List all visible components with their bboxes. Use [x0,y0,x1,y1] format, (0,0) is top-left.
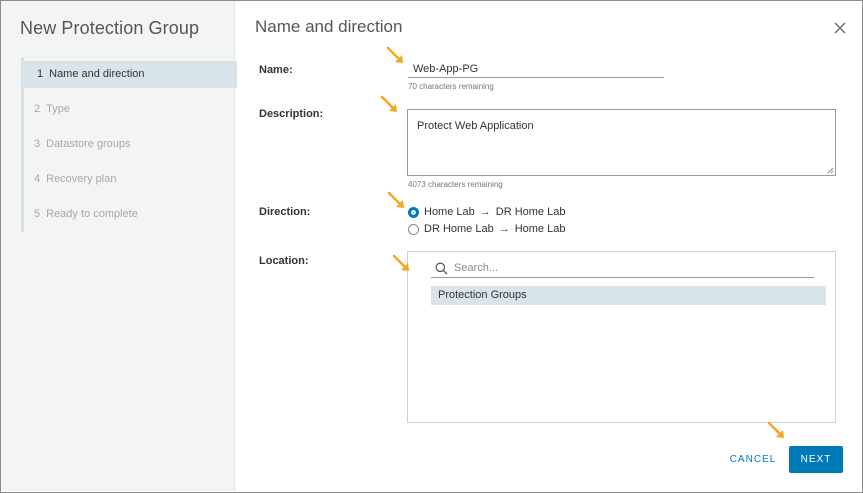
direction-option-home-to-dr[interactable]: Home Lab → DR Home Lab [408,205,565,219]
wizard-sidebar: New Protection Group 1 Name and direction… [1,1,237,491]
search-icon [435,262,448,274]
direction-to: DR Home Lab [495,206,566,218]
page-title: Name and direction [255,17,403,36]
step-recovery-plan: 4 Recovery plan [24,162,237,197]
location-search [431,259,814,278]
step-number: 5 [34,208,41,220]
location-search-input[interactable] [454,262,794,274]
radio-unchecked-icon[interactable] [408,223,419,235]
description-label: Description: [259,108,324,120]
step-label: Ready to complete [46,208,138,220]
step-number: 3 [34,138,41,150]
radio-checked-icon[interactable] [408,206,419,218]
resize-grip-icon[interactable] [827,167,834,174]
step-label: Recovery plan [46,173,117,185]
step-label: Type [46,103,70,115]
name-input[interactable] [408,60,664,78]
direction-label: Direction: [259,206,311,218]
wizard-steps: 1 Name and direction 2 Type 3 Datastore gro… [21,57,237,232]
step-number: 4 [34,173,41,185]
step-number: 2 [34,103,41,115]
direction-from: Home Lab [424,206,475,218]
name-hint: 70 characters remaining [408,82,494,91]
description-textarea[interactable]: Protect Web Application [407,109,836,176]
direction-arrow: → [479,206,491,218]
location-label: Location: [259,255,309,267]
step-label: Datastore groups [46,138,131,150]
step-name-and-direction[interactable]: 1 Name and direction [21,61,237,88]
wizard-title: New Protection Group [20,18,200,38]
location-item-protection-groups[interactable]: Protection Groups [431,286,826,305]
description-hint: 4073 characters remaining [408,180,503,189]
next-button[interactable]: NEXT [789,446,843,473]
direction-from: DR Home Lab [424,223,494,235]
direction-to: Home Lab [514,223,566,235]
cancel-button[interactable]: CANCEL [722,446,784,473]
name-label: Name: [259,64,293,76]
step-label: Name and direction [49,68,145,80]
step-number: 1 [37,68,44,80]
step-datastore-groups: 3 Datastore groups [24,127,237,162]
close-icon [834,22,846,34]
direction-arrow: → [498,223,510,235]
direction-option-dr-to-home[interactable]: DR Home Lab → Home Lab [408,222,565,236]
step-type: 2 Type [24,92,237,127]
close-button[interactable] [833,21,847,35]
step-ready-to-complete: 5 Ready to complete [24,197,237,232]
